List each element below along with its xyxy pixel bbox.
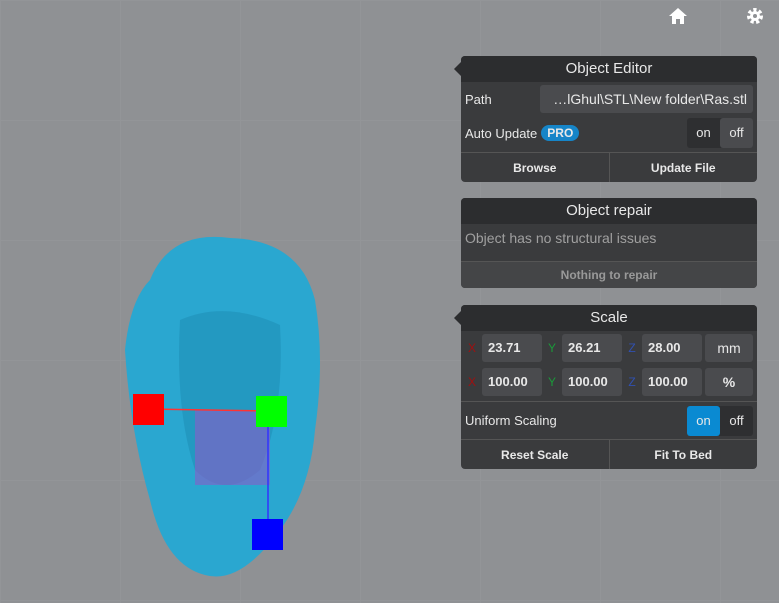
z-axis-handle[interactable] (252, 519, 283, 550)
uniform-scaling-toggle[interactable]: on off (687, 405, 753, 436)
z-label: Z (628, 341, 636, 355)
scale-panel: Scale X 23.71 Y 26.21 Z 28.00 mm ▼ X 100… (454, 305, 758, 469)
percent-x-input[interactable]: 100.00 (482, 368, 542, 396)
percent-y-input[interactable]: 100.00 (562, 368, 622, 396)
toggle-off[interactable]: off (720, 118, 753, 148)
unit-dropdown[interactable]: mm ▼ (705, 334, 753, 383)
size-y-input[interactable]: 26.21 (562, 334, 622, 362)
pro-badge: PRO (541, 125, 580, 141)
z-label: Z (628, 375, 636, 389)
auto-update-toggle[interactable]: on off (687, 118, 753, 148)
toggle-on[interactable]: on (687, 405, 720, 436)
x-label: X (467, 375, 476, 389)
panel-title: Object repair (461, 198, 757, 224)
x-label: X (467, 341, 476, 355)
toggle-on[interactable]: on (687, 118, 720, 148)
y-label: Y (547, 375, 556, 389)
y-label: Y (547, 341, 556, 355)
home-icon[interactable] (668, 6, 688, 26)
panel-title: Object Editor (461, 56, 757, 82)
y-axis-handle[interactable] (256, 396, 287, 427)
object-repair-panel: Object repair Object has no structural i… (461, 198, 757, 288)
percent-unit: % (705, 368, 753, 396)
browse-button[interactable]: Browse (461, 153, 609, 182)
fit-to-bed-button[interactable]: Fit To Bed (608, 440, 758, 469)
object-editor-panel: Object Editor Path …lGhul\STL\New folder… (454, 56, 758, 182)
auto-update-label: Auto Update (465, 125, 538, 141)
uniform-scaling-label: Uniform Scaling (465, 413, 557, 428)
percent-z-input[interactable]: 100.00 (642, 368, 702, 396)
path-label: Path (465, 91, 492, 107)
unit-value: mm (717, 340, 741, 356)
gear-icon[interactable] (745, 6, 765, 26)
panel-title: Scale (461, 305, 757, 331)
size-x-input[interactable]: 23.71 (482, 334, 542, 362)
repair-status: Object has no structural issues (465, 230, 657, 246)
path-field[interactable]: …lGhul\STL\New folder\Ras.stl (540, 85, 753, 113)
nothing-to-repair-button: Nothing to repair (560, 268, 658, 282)
update-file-button[interactable]: Update File (608, 153, 758, 182)
size-z-input[interactable]: 28.00 (642, 334, 702, 362)
reset-scale-button[interactable]: Reset Scale (461, 440, 609, 469)
transform-gizmo (147, 408, 272, 534)
x-axis-handle[interactable] (133, 394, 164, 425)
toggle-off[interactable]: off (720, 406, 753, 436)
